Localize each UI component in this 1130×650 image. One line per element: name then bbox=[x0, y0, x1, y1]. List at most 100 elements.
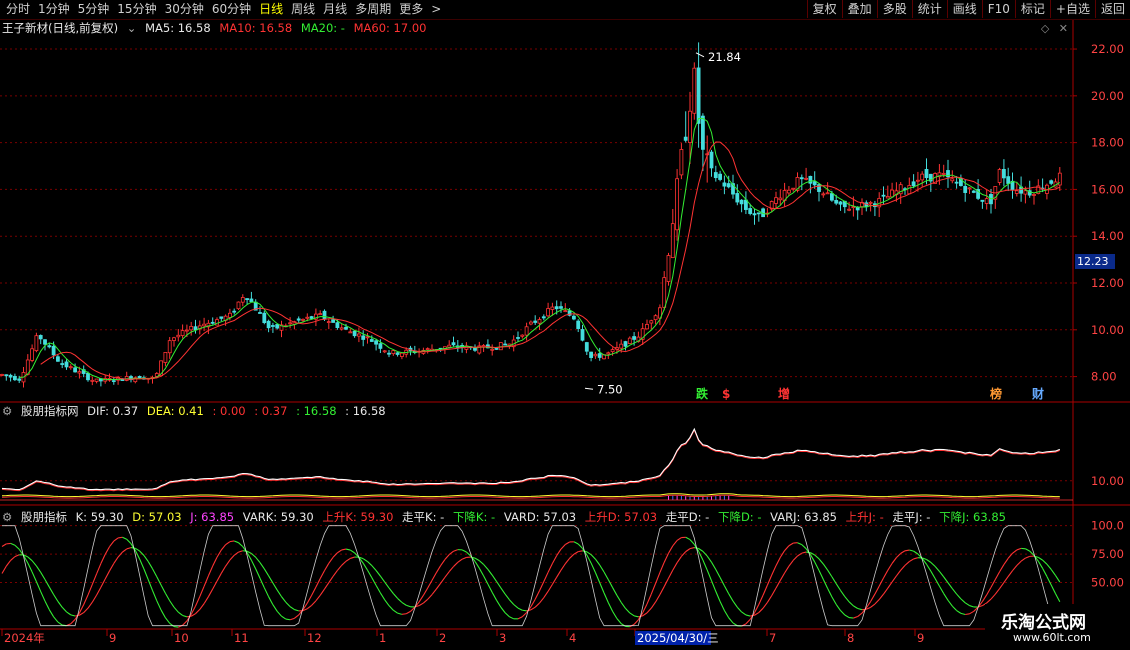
candle-body bbox=[477, 345, 482, 354]
kdj-d-line bbox=[702, 551, 708, 557]
candle-body bbox=[748, 208, 753, 214]
up-d-value: 上升D: 57.03 bbox=[584, 510, 658, 524]
period-tab[interactable]: 60分钟 bbox=[208, 1, 255, 18]
kdj-d-line bbox=[947, 582, 953, 589]
period-tab[interactable]: 15分钟 bbox=[113, 1, 160, 18]
toolbar-button[interactable]: 多股 bbox=[876, 0, 912, 18]
candle-body bbox=[1032, 194, 1036, 196]
kdj-d-line bbox=[732, 600, 738, 608]
kdj-k-line bbox=[229, 540, 235, 543]
period-tab[interactable]: 30分钟 bbox=[161, 1, 208, 18]
add-watchlist-button[interactable]: +自选 bbox=[1049, 0, 1095, 18]
kdj-tick-label: 100.0 bbox=[1091, 519, 1124, 533]
back-button[interactable]: 返回 bbox=[1094, 0, 1130, 18]
settings-gear-icon[interactable]: ⚙ bbox=[2, 510, 12, 524]
stock-chart[interactable]: 8.00 10.00 12.00 14.00 16.00 18.00 20.00 22.00 2… bbox=[0, 0, 1130, 650]
period-tab[interactable]: 日线 bbox=[255, 1, 287, 18]
settings-gear-icon[interactable]: ⚙ bbox=[2, 404, 12, 418]
chevron-right-icon[interactable]: > bbox=[427, 1, 445, 18]
down-j-value: 下降J: 63.85 bbox=[939, 510, 1006, 524]
candle-body bbox=[537, 319, 542, 324]
kdj-k-line bbox=[999, 564, 1005, 573]
kdj-k-line bbox=[410, 606, 416, 612]
toolbar-button[interactable]: 画线 bbox=[946, 0, 982, 18]
period-tab[interactable]: 更多 bbox=[395, 1, 427, 18]
kdj-d-line bbox=[680, 551, 687, 557]
candle-body bbox=[38, 335, 43, 340]
close-icon[interactable]: ✕ bbox=[1059, 22, 1068, 35]
kdj-k-line bbox=[1046, 576, 1052, 586]
kdj-k-line bbox=[1055, 593, 1061, 603]
kdj-legend: ⚙ 股朋指标 K: 59.30 D: 57.03 J: 63.85 VARK: … bbox=[2, 510, 1011, 524]
candle-body bbox=[219, 316, 224, 319]
kdj-d-line bbox=[190, 613, 196, 617]
kdj-d-line bbox=[857, 607, 863, 611]
kdj-d-line bbox=[268, 575, 274, 584]
kdj-k-line bbox=[526, 606, 532, 613]
candle-body bbox=[1040, 187, 1045, 190]
toolbar-button[interactable]: 叠加 bbox=[841, 0, 877, 18]
kdj-k-line bbox=[685, 536, 691, 541]
kdj-d-line bbox=[500, 587, 506, 595]
period-tab[interactable]: 5分钟 bbox=[74, 1, 114, 18]
mark-button[interactable]: 标记 bbox=[1014, 0, 1050, 18]
candle-body bbox=[993, 186, 998, 200]
candle-body bbox=[541, 316, 546, 319]
kdj-k-line bbox=[203, 575, 209, 587]
candle-body bbox=[68, 366, 73, 369]
kdj-k-line bbox=[190, 605, 196, 615]
candle-body bbox=[154, 373, 159, 377]
kdj-d-line bbox=[470, 556, 476, 559]
period-tab[interactable]: 1分钟 bbox=[34, 1, 74, 18]
kdj-d-line bbox=[203, 596, 209, 604]
macd-title[interactable]: 股朋指标网 bbox=[21, 404, 79, 418]
kdj-d-line bbox=[766, 595, 773, 603]
period-tab[interactable]: 多周期 bbox=[351, 1, 395, 18]
stock-title[interactable]: 王子新材(日线,前复权) bbox=[2, 21, 118, 35]
y-tick-label: 8.00 bbox=[1091, 370, 1117, 384]
kdj-k-line bbox=[122, 536, 127, 540]
candle-body bbox=[232, 310, 237, 313]
candle-body bbox=[391, 350, 396, 355]
kdj-d-line bbox=[255, 556, 261, 563]
kdj-k-line bbox=[853, 616, 858, 619]
kdj-d-line bbox=[573, 551, 579, 555]
kdj-k-line bbox=[276, 610, 282, 617]
event-tag: $ bbox=[722, 387, 730, 401]
dif-value: DIF: 0.37 bbox=[87, 404, 139, 418]
kdj-d-line bbox=[66, 611, 72, 616]
kdj-d-line bbox=[564, 557, 571, 565]
period-tab[interactable]: 周线 bbox=[287, 1, 319, 18]
macd-v1: : 0.00 bbox=[212, 404, 246, 418]
low-marker bbox=[584, 387, 594, 390]
kdj-d-line bbox=[827, 569, 833, 578]
chevron-down-icon[interactable]: ⌄ bbox=[127, 21, 137, 35]
kdj-d-line bbox=[728, 593, 734, 602]
kdj-d-line bbox=[870, 603, 876, 608]
kdj-k-line bbox=[865, 601, 872, 609]
kdj-title[interactable]: 股朋指标 bbox=[21, 510, 67, 524]
period-tab[interactable]: 分时 bbox=[2, 1, 34, 18]
kdj-k-line bbox=[354, 552, 360, 558]
kdj-k-line bbox=[754, 604, 760, 614]
period-tab[interactable]: 月线 bbox=[319, 1, 351, 18]
kdj-d-line bbox=[797, 552, 803, 557]
x-tick-label: 11 bbox=[234, 631, 249, 645]
toolbar-button[interactable]: F10 bbox=[981, 0, 1015, 18]
kdj-k-line bbox=[797, 542, 803, 546]
toolbar-button[interactable]: 统计 bbox=[911, 0, 947, 18]
candle-body bbox=[967, 187, 972, 190]
diamond-icon[interactable]: ◇ bbox=[1041, 22, 1049, 35]
candle-body bbox=[808, 175, 813, 184]
candle-body bbox=[713, 172, 718, 179]
y-tick-label: 18.00 bbox=[1091, 136, 1124, 150]
kdj-d-line bbox=[1012, 565, 1018, 572]
kdj-d-line bbox=[431, 588, 437, 595]
kdj-k-line bbox=[14, 544, 20, 550]
toolbar-button[interactable]: 复权 bbox=[806, 0, 842, 18]
kdj-k-line bbox=[814, 561, 820, 571]
kdj-k-line bbox=[324, 563, 330, 571]
candle-body bbox=[877, 198, 882, 208]
kdj-d-line bbox=[453, 561, 459, 567]
kdj-d-line bbox=[75, 614, 80, 617]
